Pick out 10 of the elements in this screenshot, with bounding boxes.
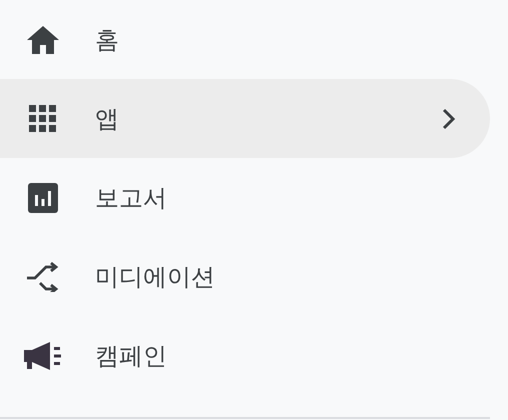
nav-item[interactable]: 미디에이션: [0, 237, 490, 316]
nav-item[interactable]: 홈: [0, 0, 490, 79]
nav-item[interactable]: 보고서: [0, 158, 490, 237]
nav-item[interactable]: 앱: [0, 79, 490, 158]
home-icon: [26, 24, 60, 54]
grid-icon: [29, 104, 57, 132]
bar-chart-icon: [28, 182, 58, 212]
megaphone-icon: [24, 340, 62, 370]
nav-item[interactable]: 캠페인: [0, 316, 490, 395]
merge-arrows-icon: [26, 262, 60, 292]
